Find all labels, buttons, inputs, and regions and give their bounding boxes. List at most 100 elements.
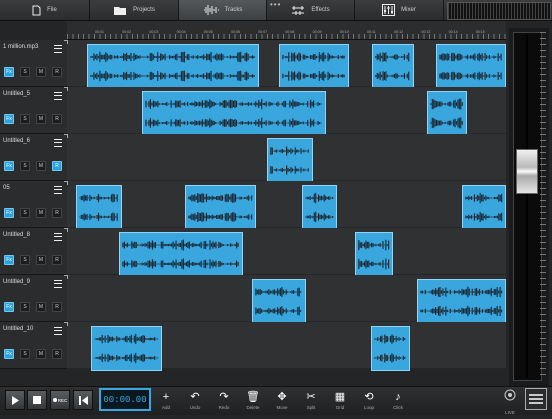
tool-click-button[interactable]: ♪ Click (385, 389, 411, 413)
audio-clip[interactable] (267, 138, 313, 183)
audio-clip[interactable] (436, 44, 506, 89)
ruler-tick-label: 00:03 (149, 30, 159, 34)
audio-clip[interactable] (417, 279, 506, 324)
tool-loop-button[interactable]: ⟲ Loop (356, 389, 382, 413)
track-name[interactable]: Untitled_6 (3, 138, 30, 144)
track-r-button[interactable]: R (52, 161, 62, 171)
audio-clip[interactable] (185, 185, 256, 230)
track-r-button[interactable]: R (52, 114, 62, 124)
audio-clip[interactable] (462, 185, 506, 230)
tab-projects[interactable]: Projects (90, 0, 179, 20)
tab-file[interactable]: File (0, 0, 90, 20)
track-name[interactable]: 1 million.mp3 (3, 44, 38, 50)
track-r-button[interactable]: R (52, 208, 62, 218)
tool-add-button[interactable]: + Add (153, 389, 179, 413)
track-r-button[interactable]: R (52, 302, 62, 312)
track-r-button[interactable]: R (52, 255, 62, 265)
audio-clip[interactable] (371, 326, 410, 371)
tool-grid-button[interactable]: ▦ Grid (327, 389, 353, 413)
track-name[interactable]: Untitled_8 (3, 232, 30, 238)
tool-label: Add (161, 405, 170, 410)
track-s-button[interactable]: S (20, 255, 30, 265)
track-m-button[interactable]: M (36, 67, 46, 77)
tool-delete-button[interactable]: 🗑 Delete (240, 389, 266, 413)
track-corner-icon (64, 228, 68, 232)
audio-clip[interactable] (427, 91, 467, 136)
record-button[interactable]: REC (50, 390, 70, 410)
ruler-tick-label: 00:12 (394, 30, 404, 34)
track-fx-button[interactable]: Fx (4, 302, 14, 312)
track-header[interactable]: 1 million.mp3 Fx S M R (0, 40, 68, 87)
track-menu-icon[interactable] (54, 280, 62, 288)
waveform-graphic (122, 239, 239, 270)
live-button[interactable]: LIVE (500, 388, 520, 415)
tool-undo-button[interactable]: ↶ Undo (182, 389, 208, 413)
timeline-ruler[interactable]: 00:01 00:02 00:03 00:04 00:05 00:06 00:07 00:08… (67, 21, 506, 40)
track-m-button[interactable]: M (36, 114, 46, 124)
track-menu-icon[interactable] (54, 139, 62, 147)
track-header[interactable]: Untitled_8 Fx S M R (0, 228, 68, 275)
track-menu-icon[interactable] (54, 327, 62, 335)
track-r-button[interactable]: R (52, 349, 62, 359)
track-fx-button[interactable]: Fx (4, 114, 14, 124)
audio-clip[interactable] (252, 279, 306, 324)
track-name[interactable]: Untitled_9 (3, 279, 30, 285)
track-menu-icon[interactable] (54, 92, 62, 100)
track-s-button[interactable]: S (20, 349, 30, 359)
track-header[interactable]: Untitled_5 Fx S M R (0, 87, 68, 134)
track-name[interactable]: 05 (3, 185, 10, 191)
master-volume-track[interactable] (513, 32, 542, 381)
rewind-button[interactable] (73, 390, 93, 410)
tab-effects[interactable]: Effects (267, 0, 355, 20)
track-fx-button[interactable]: Fx (4, 349, 14, 359)
audio-clip[interactable] (119, 232, 243, 277)
tool-redo-button[interactable]: ↷ Redo (211, 389, 237, 413)
track-s-button[interactable]: S (20, 161, 30, 171)
track-m-button[interactable]: M (36, 208, 46, 218)
track-s-button[interactable]: S (20, 67, 30, 77)
tool-move-button[interactable]: ✥ Move (269, 389, 295, 413)
track-fx-button[interactable]: Fx (4, 67, 14, 77)
track-menu-icon[interactable] (54, 186, 62, 194)
track-s-button[interactable]: S (20, 302, 30, 312)
menu-button[interactable] (525, 388, 547, 410)
track-m-button[interactable]: M (36, 349, 46, 359)
audio-clip[interactable] (302, 185, 337, 230)
track-menu-icon[interactable] (54, 45, 62, 53)
track-header[interactable]: 05 Fx S M R (0, 181, 68, 228)
waveform-graphic (374, 334, 406, 363)
track-header[interactable]: Untitled_9 Fx S M R (0, 275, 68, 322)
track-r-button[interactable]: R (52, 67, 62, 77)
waveform-graphic (282, 52, 345, 81)
audio-clip[interactable] (87, 44, 259, 89)
redo-icon: ↷ (219, 391, 229, 403)
tab-mixer[interactable]: Mixer (355, 0, 444, 20)
track-m-button[interactable]: M (36, 255, 46, 265)
track-header[interactable]: Untitled_10 Fx S M R (0, 322, 68, 369)
audio-clip[interactable] (355, 232, 393, 277)
master-volume-knob[interactable] (516, 149, 538, 194)
track-fx-button[interactable]: Fx (4, 255, 14, 265)
track-m-button[interactable]: M (36, 302, 46, 312)
folder-icon (114, 6, 127, 15)
play-button[interactable] (5, 390, 25, 410)
track-name[interactable]: Untitled_5 (3, 91, 30, 97)
track-lane[interactable] (67, 181, 506, 228)
track-fx-button[interactable]: Fx (4, 161, 14, 171)
audio-clip[interactable] (76, 185, 122, 230)
track-name[interactable]: Untitled_10 (3, 326, 33, 332)
track-s-button[interactable]: S (20, 208, 30, 218)
stop-button[interactable] (27, 390, 47, 410)
tool-split-button[interactable]: ✂ Split (298, 389, 324, 413)
audio-clip[interactable] (142, 91, 326, 136)
audio-clip[interactable] (372, 44, 414, 89)
track-fx-button[interactable]: Fx (4, 208, 14, 218)
audio-clip[interactable] (91, 326, 162, 371)
tab-tracks[interactable]: Tracks (179, 0, 267, 20)
track-m-button[interactable]: M (36, 161, 46, 171)
track-menu-icon[interactable] (54, 233, 62, 241)
track-s-button[interactable]: S (20, 114, 30, 124)
audio-clip[interactable] (279, 44, 349, 89)
mixer-icon (382, 4, 396, 16)
track-header[interactable]: Untitled_6 Fx S M R (0, 134, 68, 181)
